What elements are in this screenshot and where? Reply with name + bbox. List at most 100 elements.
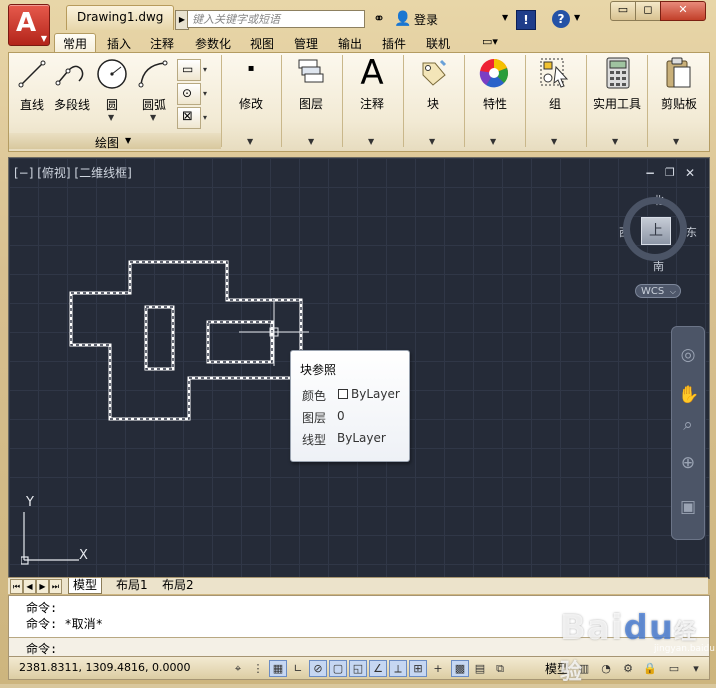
boundary-tool-button[interactable]: ⊠ bbox=[177, 107, 201, 129]
chevron-down-icon[interactable]: ▼ bbox=[368, 137, 374, 146]
utilities-panel-label[interactable]: 实用工具 bbox=[589, 95, 645, 112]
circle-label[interactable]: 圆 bbox=[101, 96, 123, 113]
chevron-down-icon[interactable]: ▼ bbox=[308, 137, 314, 146]
chevron-down-icon[interactable]: ▼ bbox=[108, 113, 114, 122]
hatch-tool-button[interactable]: ⊙ bbox=[177, 83, 201, 105]
viewcube-top-face[interactable]: 上 bbox=[641, 217, 671, 245]
coordinates-readout[interactable]: 2381.8311, 1309.4816, 0.0000 bbox=[19, 661, 190, 674]
modify-panel-label[interactable]: 修改 bbox=[231, 95, 271, 112]
chevron-down-icon[interactable]: ▼ bbox=[150, 113, 156, 122]
chevron-down-icon[interactable]: ▼ bbox=[551, 137, 557, 146]
next-layout-icon[interactable]: ▶ bbox=[36, 579, 49, 594]
dynamic-ucs-icon[interactable]: ⟂ bbox=[389, 660, 407, 677]
search-input[interactable]: 键入关键字或短语 bbox=[187, 10, 365, 28]
tab-manage[interactable]: 管理 bbox=[294, 35, 318, 52]
tab-view[interactable]: 视图 bbox=[250, 35, 274, 52]
infer-constraints-icon[interactable]: ⌖ bbox=[229, 660, 247, 677]
tab-parametric[interactable]: 参数化 bbox=[195, 35, 231, 52]
lineweight-icon[interactable]: + bbox=[429, 660, 447, 677]
annotation-panel-label[interactable]: 注释 bbox=[353, 95, 391, 112]
tooltip-linetype-value: ByLayer bbox=[337, 431, 386, 445]
polyline-label[interactable]: 多段线 bbox=[49, 96, 95, 113]
group-panel-label[interactable]: 组 bbox=[535, 95, 575, 112]
chevron-down-icon[interactable]: ▼ bbox=[574, 13, 580, 22]
layer-panel-label[interactable]: 图层 bbox=[291, 95, 331, 112]
command-history-line: 命令: bbox=[26, 601, 58, 615]
draw-panel-title[interactable]: 绘图 ▼ bbox=[9, 133, 221, 150]
quick-properties-icon[interactable]: ▤ bbox=[471, 660, 489, 677]
chevron-down-icon[interactable]: ▼ bbox=[247, 137, 253, 146]
first-layout-icon[interactable]: ⏮ bbox=[10, 579, 23, 594]
prev-layout-icon[interactable]: ◀ bbox=[23, 579, 36, 594]
annotation-icon[interactable]: A bbox=[353, 53, 391, 93]
modify-icon[interactable]: ▪ bbox=[231, 63, 271, 74]
line-label[interactable]: 直线 bbox=[15, 96, 49, 113]
tab-plugins[interactable]: 插件 bbox=[382, 35, 406, 52]
group-icon[interactable] bbox=[539, 57, 571, 89]
properties-icon[interactable] bbox=[478, 57, 510, 89]
minimize-button[interactable]: ▭ bbox=[610, 1, 636, 21]
application-menu-button[interactable]: A ▼ bbox=[8, 4, 50, 46]
compass-east[interactable]: 东 bbox=[686, 224, 697, 240]
orbit-icon[interactable]: ⊕ bbox=[678, 453, 698, 473]
object-snap-icon[interactable]: ▢ bbox=[329, 660, 347, 677]
close-button[interactable]: ✕ bbox=[660, 1, 706, 21]
3d-object-snap-icon[interactable]: ◱ bbox=[349, 660, 367, 677]
block-icon[interactable] bbox=[417, 57, 449, 89]
layout-tabs-bar: ⏮ ◀ ▶ ⏭ 模型 布局1 布局2 bbox=[8, 577, 708, 594]
calculator-icon[interactable] bbox=[605, 57, 631, 89]
pan-hand-icon[interactable]: ✋ bbox=[678, 385, 699, 405]
wcs-label: WCS bbox=[641, 286, 665, 297]
ortho-mode-icon[interactable]: ∟ bbox=[289, 660, 307, 677]
line-icon[interactable] bbox=[17, 59, 47, 89]
steering-wheel-icon[interactable]: ◎ bbox=[678, 345, 698, 365]
arc-icon[interactable] bbox=[137, 59, 169, 89]
chevron-down-icon[interactable]: ▼ bbox=[490, 137, 496, 146]
help-icon[interactable]: ? bbox=[552, 10, 570, 28]
polyline-icon[interactable] bbox=[55, 59, 89, 89]
chevron-down-icon[interactable]: ▾ bbox=[203, 65, 207, 74]
tab-insert[interactable]: 插入 bbox=[107, 35, 131, 52]
showmotion-icon[interactable]: ▣ bbox=[678, 497, 698, 517]
command-history-line: 命令: *取消* bbox=[26, 617, 103, 631]
tab-output[interactable]: 输出 bbox=[338, 35, 362, 52]
exchange-icon[interactable]: ! bbox=[516, 10, 536, 30]
chevron-down-icon[interactable]: ▾ bbox=[203, 113, 207, 122]
transparency-icon[interactable]: ▩ bbox=[451, 660, 469, 677]
snap-mode-icon[interactable]: ⋮ bbox=[249, 660, 267, 677]
grid-display-icon[interactable]: ▦ bbox=[269, 660, 287, 677]
ribbon-options-icon[interactable]: ▭▾ bbox=[482, 35, 498, 48]
chevron-down-icon[interactable]: ▼ bbox=[502, 13, 508, 22]
tab-annotate[interactable]: 注释 bbox=[150, 35, 174, 52]
properties-panel-label[interactable]: 特性 bbox=[475, 95, 515, 112]
tab-layout2[interactable]: 布局2 bbox=[158, 578, 198, 593]
wcs-menu-button[interactable]: WCS ⌵ bbox=[635, 284, 681, 298]
chevron-down-icon[interactable]: ▾ bbox=[203, 89, 207, 98]
tab-model[interactable]: 模型 bbox=[68, 578, 103, 594]
document-title: Drawing1.dwg bbox=[77, 10, 164, 24]
block-panel-label[interactable]: 块 bbox=[413, 95, 453, 112]
document-tab[interactable]: Drawing1.dwg bbox=[66, 5, 174, 30]
login-button[interactable]: 登录 bbox=[414, 11, 438, 28]
clipboard-panel-label[interactable]: 剪贴板 bbox=[653, 95, 705, 112]
clipboard-icon[interactable] bbox=[664, 57, 692, 89]
zoom-icon[interactable]: ⌕ bbox=[678, 415, 698, 435]
last-layout-icon[interactable]: ⏭ bbox=[49, 579, 62, 594]
chevron-down-icon[interactable]: ▼ bbox=[673, 137, 679, 146]
polar-tracking-icon[interactable]: ⊘ bbox=[309, 660, 327, 677]
object-snap-tracking-icon[interactable]: ∠ bbox=[369, 660, 387, 677]
dynamic-input-icon[interactable]: ⊞ bbox=[409, 660, 427, 677]
drawing-area[interactable]: [−] [俯视] [二维线框] − ❐ ✕ 北 西 东 南 上 WCS ⌵ ◎ bbox=[8, 157, 710, 579]
tab-online[interactable]: 联机 bbox=[426, 35, 450, 52]
chevron-down-icon[interactable]: ▼ bbox=[612, 137, 618, 146]
selection-cycling-icon[interactable]: ⧉ bbox=[491, 660, 509, 677]
chevron-down-icon[interactable]: ▼ bbox=[429, 137, 435, 146]
tab-layout1[interactable]: 布局1 bbox=[112, 578, 152, 593]
circle-icon[interactable] bbox=[95, 57, 129, 91]
binoculars-icon[interactable]: ⚭ bbox=[369, 10, 389, 28]
user-icon[interactable]: 👤 bbox=[394, 10, 411, 28]
arc-label[interactable]: 圆弧 bbox=[137, 96, 171, 113]
maximize-button[interactable]: ◻ bbox=[635, 1, 661, 21]
rectangle-tool-button[interactable]: ▭ bbox=[177, 59, 201, 81]
layer-icon[interactable] bbox=[295, 57, 325, 87]
